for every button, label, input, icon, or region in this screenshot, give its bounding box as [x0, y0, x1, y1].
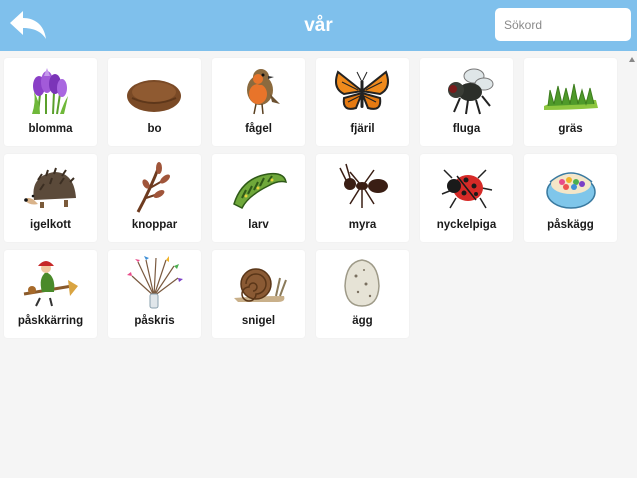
easter-egg-icon — [546, 172, 596, 209]
card-fluga[interactable]: fluga — [420, 58, 513, 146]
butterfly-icon — [335, 70, 389, 110]
ladybug-icon — [441, 169, 493, 209]
card-label: igelkott — [30, 219, 71, 231]
crocus-flower-icon — [32, 68, 68, 115]
card-paskagg[interactable]: påskägg — [524, 154, 617, 242]
card-label: snigel — [241, 315, 276, 327]
easter-twigs-icon — [127, 256, 183, 309]
card-label: påskkärring — [17, 315, 84, 327]
card-snigel[interactable]: snigel — [212, 250, 305, 338]
card-nyckelpiga[interactable]: nyckelpiga — [420, 154, 513, 242]
card-label: ägg — [352, 315, 373, 327]
back-button[interactable] — [4, 6, 50, 44]
card-myra[interactable]: myra — [316, 154, 409, 242]
card-label: nyckelpiga — [436, 219, 497, 231]
card-label: påskris — [134, 315, 175, 327]
hedgehog-icon — [24, 167, 76, 208]
card-label: knoppar — [131, 219, 178, 231]
ant-icon — [339, 163, 388, 208]
nest-icon — [127, 80, 181, 112]
card-bo[interactable]: bo — [108, 58, 201, 146]
card-label: fågel — [245, 123, 272, 135]
card-label: fluga — [452, 123, 481, 135]
willow-buds-icon — [136, 162, 170, 213]
card-knoppar[interactable]: knoppar — [108, 154, 201, 242]
easter-witch-icon — [23, 261, 78, 307]
grass-icon — [544, 83, 598, 110]
card-label: myra — [348, 219, 377, 231]
card-igelkott[interactable]: igelkott — [4, 154, 97, 242]
robin-bird-icon — [247, 69, 280, 115]
card-blomma[interactable]: blomma — [4, 58, 97, 146]
card-label: bo — [147, 123, 162, 135]
scroll-up-icon[interactable] — [629, 57, 635, 62]
card-paskris[interactable]: påskris — [108, 250, 201, 338]
egg-icon — [344, 259, 380, 307]
card-fjaril[interactable]: fjäril — [316, 58, 409, 146]
card-fagel[interactable]: fågel — [212, 58, 305, 146]
top-bar: vår — [0, 0, 637, 51]
card-paskkarring[interactable]: påskkärring — [4, 250, 97, 338]
back-arrow-icon — [10, 11, 46, 39]
card-larv[interactable]: larv — [212, 154, 305, 242]
card-gras[interactable]: gräs — [524, 58, 617, 146]
caterpillar-icon — [233, 172, 287, 210]
card-label: blomma — [28, 123, 73, 135]
fly-icon — [448, 68, 494, 115]
card-label: larv — [248, 219, 269, 231]
card-label: gräs — [558, 123, 583, 135]
snail-icon — [234, 268, 287, 302]
card-agg[interactable]: ägg — [316, 250, 409, 338]
card-label: påskägg — [547, 219, 594, 231]
search-input[interactable] — [495, 8, 631, 41]
card-label: fjäril — [350, 123, 375, 135]
